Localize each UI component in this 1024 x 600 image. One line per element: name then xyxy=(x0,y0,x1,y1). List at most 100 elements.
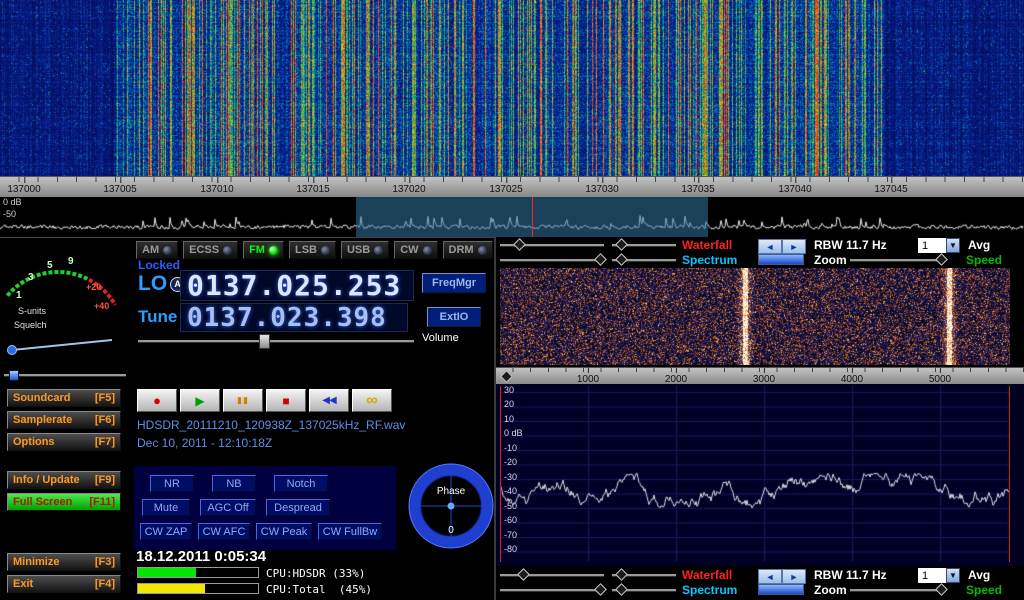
mode-ecss-button[interactable]: ECSS xyxy=(183,241,238,259)
volume-slider-thumb[interactable] xyxy=(259,334,270,349)
top-speed-slider[interactable] xyxy=(850,255,944,265)
cpu-hdsdr-bar xyxy=(137,567,259,578)
s-meter-needle xyxy=(12,340,112,350)
bottom-speed-slider[interactable] xyxy=(850,585,944,595)
despread-button[interactable]: Despread xyxy=(266,499,330,516)
minimize-button[interactable]: Minimize [F3] xyxy=(7,553,121,571)
rx-db-label: -40 xyxy=(504,486,517,496)
exit-button[interactable]: Exit [F4] xyxy=(7,575,121,593)
agc-button[interactable]: AGC Off xyxy=(200,499,256,516)
play-button[interactable]: ▶ xyxy=(180,389,220,412)
rx-spectrum-area[interactable]: 30 20 10 0 dB -10 -20 -30 -40 -50 -60 -7… xyxy=(496,384,1024,566)
slider-thumb[interactable] xyxy=(615,253,628,266)
nb-button[interactable]: NB xyxy=(212,475,256,492)
mute-button[interactable]: Mute xyxy=(142,499,190,516)
rx-db-label: -70 xyxy=(504,530,517,540)
bottom-waterfall-brightness-slider[interactable] xyxy=(500,570,604,580)
slider-thumb[interactable] xyxy=(594,253,607,266)
mode-drm-button[interactable]: DRM xyxy=(443,241,493,259)
bottom-spectrum-gain-slider[interactable] xyxy=(500,585,604,595)
notch-button[interactable]: Notch xyxy=(274,475,328,492)
mode-lsb-button[interactable]: LSB xyxy=(289,241,336,259)
top-avg-label: Avg xyxy=(968,238,990,252)
record-button[interactable]: ● xyxy=(137,389,177,412)
info-update-button-label: Info / Update xyxy=(13,474,80,486)
info-update-button[interactable]: Info / Update [F9] xyxy=(7,471,121,489)
cw-zap-button[interactable]: CW ZAP xyxy=(140,523,192,540)
tune-frequency-display[interactable]: 0137.023.398 xyxy=(180,303,408,332)
slider-thumb[interactable] xyxy=(936,583,949,596)
freqmgr-button[interactable]: FreqMgr xyxy=(422,273,486,293)
samplerate-button[interactable]: Samplerate [F6] xyxy=(7,411,121,429)
top-zoom-label: Zoom xyxy=(814,253,847,267)
bottom-zoom-slider[interactable] xyxy=(758,584,804,595)
main-spectrum-area[interactable]: 0 dB -50 xyxy=(0,197,1024,237)
top-zoom-slider[interactable] xyxy=(758,254,804,265)
extio-button[interactable]: ExtIO xyxy=(427,307,481,327)
bottom-avg-select[interactable]: 1 ▼ xyxy=(918,568,960,583)
zoom-out-button[interactable]: ◄ xyxy=(758,569,782,584)
squelch-slider-thumb[interactable] xyxy=(9,370,19,381)
fullscreen-button-label: Full Screen xyxy=(13,496,72,508)
nr-button[interactable]: NR xyxy=(150,475,194,492)
cpu-hdsdr-text: CPU:HDSDR (33%) xyxy=(266,567,365,580)
top-rbw-label: RBW 11.7 Hz xyxy=(814,238,887,252)
soundcard-button[interactable]: Soundcard [F5] xyxy=(7,389,121,407)
dsp-panel: NR NB Notch Mute AGC Off Despread CW ZAP… xyxy=(134,466,396,550)
top-spectrum-range-slider[interactable] xyxy=(612,255,676,265)
mode-fm-button[interactable]: FM xyxy=(243,241,284,259)
bottom-spectrum-range-slider[interactable] xyxy=(612,585,676,595)
top-avg-select[interactable]: 1 ▼ xyxy=(918,238,960,253)
options-button[interactable]: Options [F7] xyxy=(7,433,121,451)
top-spectrum-gain-slider[interactable] xyxy=(500,255,604,265)
rx-spectrum-display[interactable] xyxy=(500,386,1010,562)
cw-peak-button[interactable]: CW Peak xyxy=(256,523,312,540)
main-waterfall-display[interactable] xyxy=(0,0,1024,176)
phase-indicator: Phase 0 xyxy=(406,461,496,551)
mode-cw-button[interactable]: CW xyxy=(394,241,437,259)
top-waterfall-label: Waterfall xyxy=(682,238,732,252)
freq-scale-label: 137020 xyxy=(392,184,425,195)
dropdown-arrow-icon[interactable]: ▼ xyxy=(946,568,960,583)
mode-usb-button[interactable]: USB xyxy=(341,241,389,259)
pause-button[interactable]: ▮▮ xyxy=(223,389,263,412)
lo-frequency-display[interactable]: 0137.025.253 xyxy=(180,270,414,301)
info-update-button-key: [F9] xyxy=(95,474,115,486)
soundcard-button-key: [F5] xyxy=(95,392,115,404)
rx-axis-thumb[interactable] xyxy=(500,370,513,383)
volume-slider[interactable] xyxy=(138,336,414,346)
slider-thumb[interactable] xyxy=(594,583,607,596)
slider-thumb[interactable] xyxy=(615,568,628,581)
rewind-button[interactable]: ◀◀ xyxy=(309,389,349,412)
zoom-in-button[interactable]: ► xyxy=(782,569,806,584)
bottom-waterfall-contrast-slider[interactable] xyxy=(612,570,676,580)
transport-bar: ● ▶ ▮▮ ■ ◀◀ ∞ xyxy=(137,389,392,412)
dropdown-arrow-icon[interactable]: ▼ xyxy=(946,238,960,253)
cw-afc-button[interactable]: CW AFC xyxy=(198,523,250,540)
zoom-in-button[interactable]: ► xyxy=(782,239,806,254)
rx-spectrum-left-marker xyxy=(500,386,501,562)
slider-thumb[interactable] xyxy=(513,238,526,251)
fullscreen-button[interactable]: Full Screen [F11] xyxy=(7,493,121,511)
slider-thumb[interactable] xyxy=(615,238,628,251)
zoom-out-button[interactable]: ◄ xyxy=(758,239,782,254)
cw-fullbw-button[interactable]: CW FullBw xyxy=(318,523,382,540)
squelch-slider[interactable] xyxy=(4,370,126,380)
slider-thumb[interactable] xyxy=(615,583,628,596)
slider-thumb[interactable] xyxy=(936,253,949,266)
freq-scale-label: 137000 xyxy=(7,184,40,195)
freq-scale-label: 137035 xyxy=(681,184,714,195)
rx-db-label: -10 xyxy=(504,443,517,453)
mode-am-button[interactable]: AM xyxy=(136,241,178,259)
slider-groove xyxy=(850,259,944,262)
stop-button[interactable]: ■ xyxy=(266,389,306,412)
s-meter-tick-5: 5 xyxy=(47,260,53,271)
slider-thumb[interactable] xyxy=(517,568,530,581)
hdsdr-window: 137000 137005 137010 137015 137020 13702… xyxy=(0,0,1024,600)
main-frequency-scale[interactable]: 137000 137005 137010 137015 137020 13702… xyxy=(0,176,1024,198)
top-waterfall-contrast-slider[interactable] xyxy=(612,240,676,250)
rx-db-label: -60 xyxy=(504,515,517,525)
rx-waterfall-display[interactable] xyxy=(500,268,1010,365)
top-waterfall-brightness-slider[interactable] xyxy=(500,240,604,250)
loop-button[interactable]: ∞ xyxy=(352,389,392,412)
